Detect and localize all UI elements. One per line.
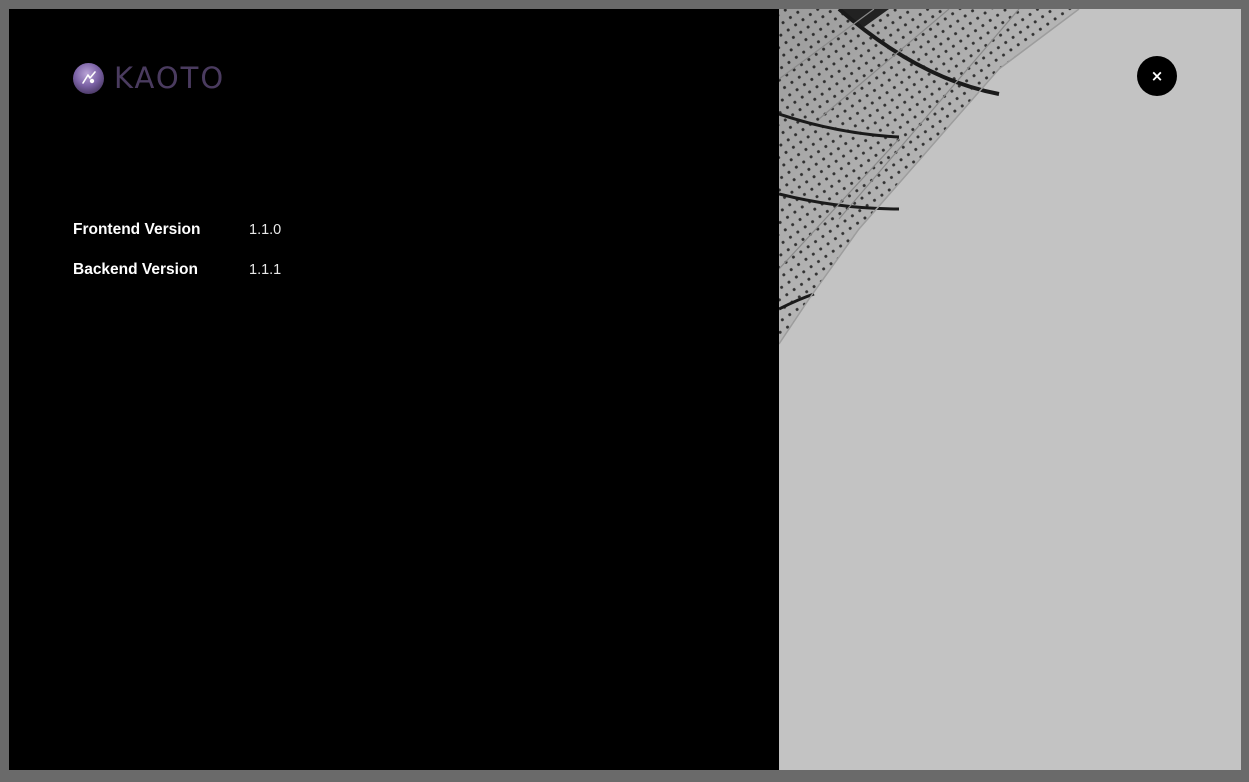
building-facade-image (779, 9, 1241, 770)
close-icon: × (1150, 67, 1164, 85)
brand: KAOTO (73, 61, 225, 95)
frontend-version-value: 1.1.0 (249, 222, 282, 238)
close-button[interactable]: × (1137, 56, 1177, 96)
backend-version-value: 1.1.1 (249, 262, 282, 278)
frontend-version-row: Frontend Version 1.1.0 (73, 210, 281, 250)
backend-version-row: Backend Version 1.1.1 (73, 250, 281, 290)
version-info: Frontend Version 1.1.0 Backend Version 1… (73, 210, 281, 290)
about-modal-content: KAOTO Frontend Version 1.1.0 Backend Ver… (9, 9, 779, 770)
about-modal: KAOTO Frontend Version 1.1.0 Backend Ver… (9, 9, 1241, 770)
background-image: × (779, 9, 1241, 770)
backend-version-label: Backend Version (73, 261, 198, 278)
kaoto-logo-icon (73, 62, 104, 94)
frontend-version-label: Frontend Version (73, 221, 201, 238)
brand-name: KAOTO (114, 61, 226, 95)
